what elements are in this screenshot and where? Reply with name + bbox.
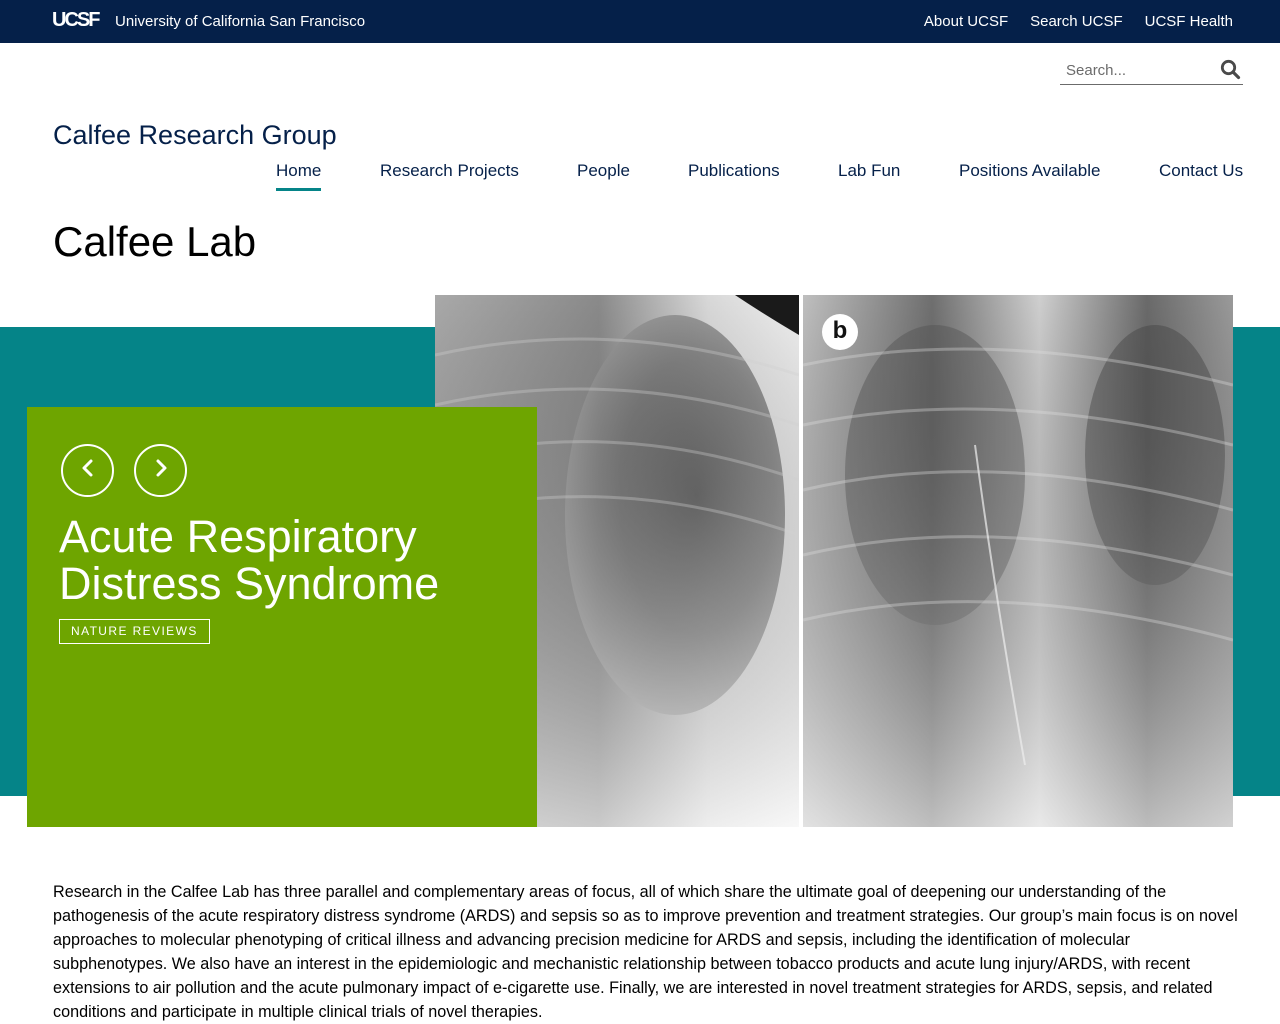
page-title: Calfee Lab — [53, 218, 257, 265]
top-bar: UCSF University of California San Franci… — [0, 0, 1280, 43]
next-slide-button[interactable] — [134, 444, 187, 497]
university-name[interactable]: University of California San Francisco — [115, 13, 365, 30]
hero-panel: Acute Respiratory Distress Syndrome NATU… — [27, 407, 537, 827]
about-ucsf-link[interactable]: About UCSF — [924, 13, 1008, 30]
chevron-left-icon — [78, 458, 98, 483]
search-input[interactable] — [1060, 58, 1210, 82]
site-title[interactable]: Calfee Research Group — [53, 120, 337, 151]
main-nav: Home Research Projects People Publicatio… — [276, 161, 1244, 193]
nav-publications[interactable]: Publications — [688, 161, 780, 181]
hero-xray-image: b — [435, 295, 1233, 827]
image-panel-label: b — [832, 317, 848, 344]
search-icon[interactable] — [1220, 59, 1241, 85]
intro-paragraph: Research in the Calfee Lab has three par… — [53, 883, 1238, 1021]
nav-lab-fun[interactable]: Lab Fun — [838, 161, 900, 181]
nav-people[interactable]: People — [577, 161, 630, 181]
nav-home[interactable]: Home — [276, 161, 322, 191]
site-search — [1060, 56, 1243, 85]
chevron-right-icon — [151, 458, 171, 483]
nav-research-projects[interactable]: Research Projects — [380, 161, 519, 181]
ucsf-health-link[interactable]: UCSF Health — [1145, 13, 1233, 30]
source-tag[interactable]: NATURE REVIEWS — [59, 619, 210, 644]
nav-contact-us[interactable]: Contact Us — [1159, 161, 1243, 181]
hero-headline[interactable]: Acute Respiratory Distress Syndrome — [59, 513, 509, 607]
ucsf-logo[interactable]: UCSF — [52, 8, 100, 32]
prev-slide-button[interactable] — [61, 444, 114, 497]
nav-positions-available[interactable]: Positions Available — [959, 161, 1100, 181]
top-links: About UCSF Search UCSF UCSF Health — [924, 13, 1233, 30]
ucsf-logo-text: UCSF — [52, 9, 100, 31]
search-ucsf-link[interactable]: Search UCSF — [1030, 13, 1123, 30]
